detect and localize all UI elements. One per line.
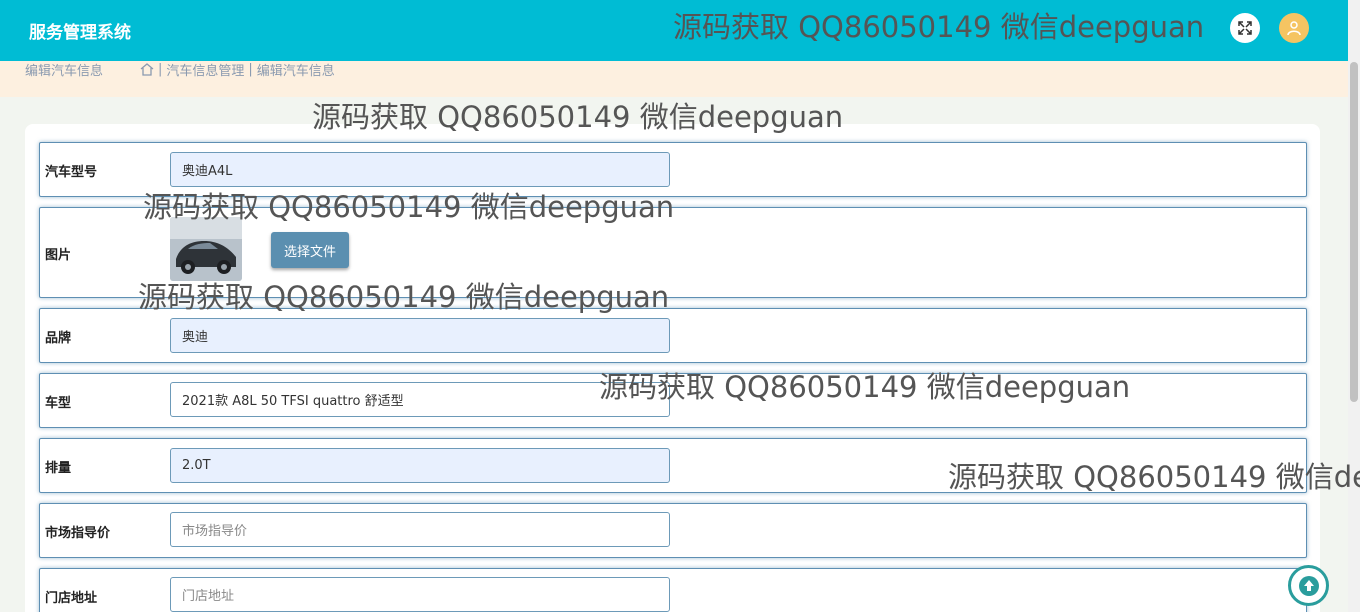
form-row-model: 汽车型号 奥迪A4L: [39, 142, 1307, 197]
user-avatar-button[interactable]: [1279, 13, 1309, 43]
app-title: 服务管理系统: [29, 23, 131, 43]
image-label: 图片: [45, 248, 72, 263]
breadcrumb-separator: |: [248, 62, 253, 77]
breadcrumb-item-edit-car: 编辑汽车信息: [256, 64, 335, 79]
form-row-address: 门店地址 门店地址: [39, 568, 1307, 612]
breadcrumb-separator: |: [158, 62, 163, 77]
form-row-displacement: 排量 2.0T: [39, 438, 1307, 493]
watermark-top: 源码获取 QQ86050149 微信deepguan: [673, 10, 1205, 44]
scrollbar-thumb[interactable]: [1350, 62, 1358, 402]
address-input[interactable]: 门店地址: [170, 577, 670, 612]
car-type-label: 车型: [45, 396, 72, 411]
car-type-input[interactable]: 2021款 A8L 50 TFSI quattro 舒适型: [170, 382, 670, 417]
fullscreen-button[interactable]: [1230, 13, 1260, 43]
price-label: 市场指导价: [45, 526, 111, 541]
form-row-image: 图片 选择文件: [39, 207, 1307, 298]
choose-file-button[interactable]: 选择文件: [271, 232, 349, 268]
displacement-label: 排量: [45, 461, 72, 476]
top-bar: 服务管理系统 源码获取 QQ86050149 微信deepguan: [0, 0, 1348, 61]
form-row-car-type: 车型 2021款 A8L 50 TFSI quattro 舒适型: [39, 373, 1307, 428]
page-title: 编辑汽车信息: [25, 64, 104, 79]
address-label: 门店地址: [45, 591, 98, 606]
page-scrollbar[interactable]: [1348, 0, 1360, 612]
model-input[interactable]: 奥迪A4L: [170, 152, 670, 187]
breadcrumb: | 汽车信息管理 | 编辑汽车信息: [140, 60, 335, 79]
price-input[interactable]: 市场指导价: [170, 512, 670, 547]
brand-input[interactable]: 奥迪: [170, 318, 670, 353]
breadcrumb-bar: 编辑汽车信息 | 汽车信息管理 | 编辑汽车信息: [0, 61, 1348, 97]
user-icon: [1287, 21, 1301, 36]
car-image: [170, 217, 242, 281]
model-label: 汽车型号: [45, 165, 98, 180]
expand-icon: [1238, 21, 1252, 35]
home-icon[interactable]: [140, 63, 154, 76]
breadcrumb-item-car-management[interactable]: 汽车信息管理: [166, 60, 244, 79]
back-to-top-button[interactable]: [1288, 565, 1329, 606]
form-row-brand: 品牌 奥迪: [39, 308, 1307, 363]
form-row-price: 市场指导价 市场指导价: [39, 503, 1307, 558]
arrow-up-icon: [1298, 575, 1319, 596]
displacement-input[interactable]: 2.0T: [170, 448, 670, 483]
car-thumbnail: [170, 217, 242, 281]
brand-label: 品牌: [45, 331, 72, 346]
